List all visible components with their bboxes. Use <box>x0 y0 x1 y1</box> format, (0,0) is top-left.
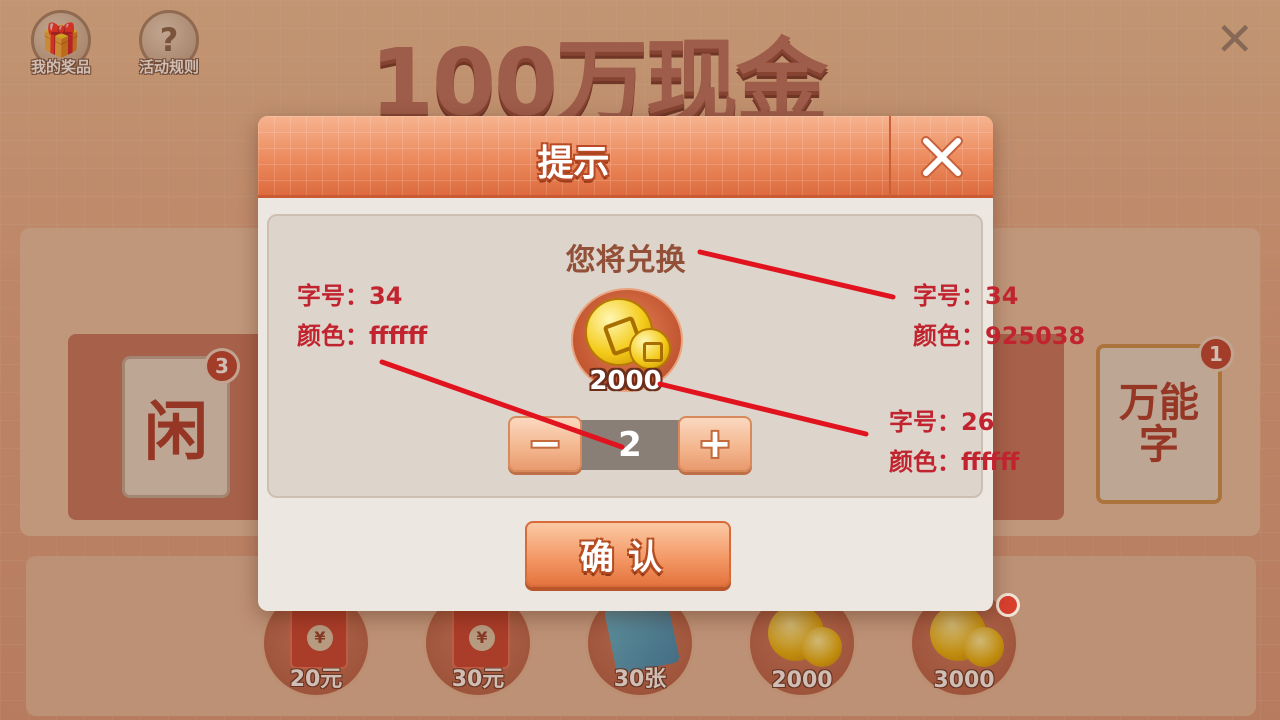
annotation-left: 字号：34 颜色：ffffff <box>297 276 427 356</box>
annotation-font-color: 颜色：ffffff <box>297 322 428 350</box>
exchange-label: 您将兑换 <box>565 243 686 278</box>
notification-dot <box>996 593 1020 617</box>
close-icon <box>921 136 963 178</box>
dialog-header: 提示 <box>258 116 993 198</box>
annotation-font-size: 字号：34 <box>297 282 403 310</box>
annotation-font-color: 颜色：ffffff <box>889 448 1020 476</box>
exchange-dialog: 提示 您将兑换 2000 − 2 + 确认 <box>258 116 993 611</box>
coin-icon <box>629 328 671 370</box>
annotation-right-top: 字号：34 颜色：925038 <box>913 276 1085 356</box>
confirm-button[interactable]: 确认 <box>525 521 731 587</box>
annotation-font-color: 颜色：925038 <box>913 322 1086 350</box>
quantity-stepper: − 2 + <box>508 416 752 472</box>
decrease-button[interactable]: − <box>508 416 582 472</box>
annotation-font-size: 字号：26 <box>889 408 995 436</box>
annotation-font-size: 字号：34 <box>913 282 1019 310</box>
dialog-close-button[interactable] <box>889 116 993 198</box>
quantity-value: 2 <box>618 425 642 465</box>
annotation-right-bottom: 字号：26 颜色：ffffff <box>889 402 1019 482</box>
dialog-title: 提示 <box>537 143 610 184</box>
increase-button[interactable]: + <box>678 416 752 472</box>
prize-amount: 2000 <box>589 366 662 396</box>
